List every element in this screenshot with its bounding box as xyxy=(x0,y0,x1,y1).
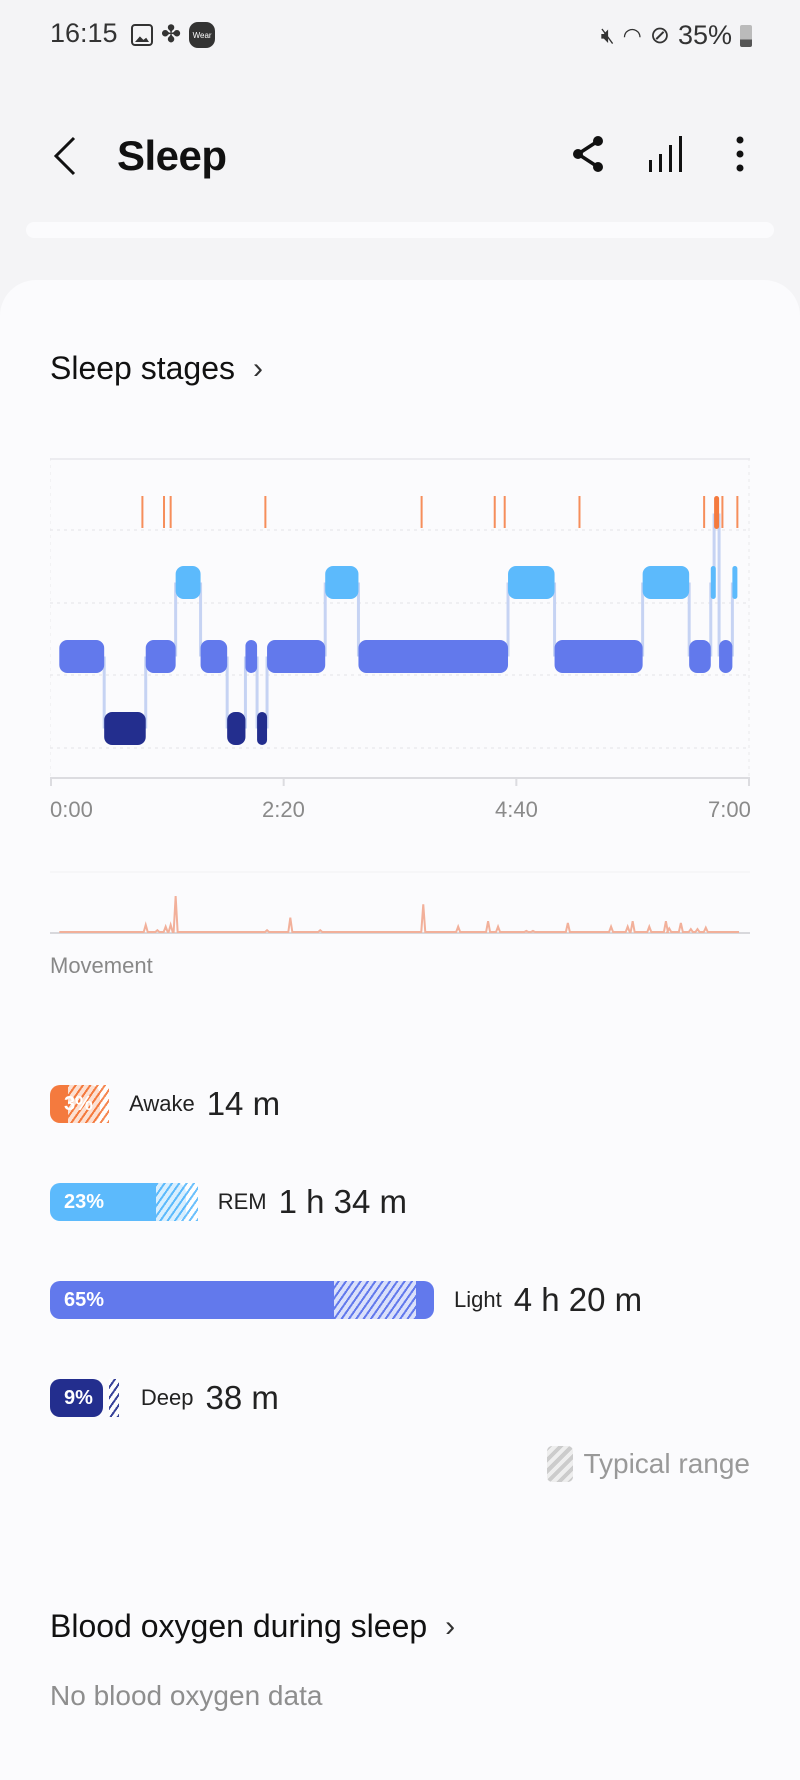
stage-row-light: 65% Light 4 h 20 m xyxy=(50,1281,642,1319)
stage-bar: 9% xyxy=(50,1379,104,1417)
chevron-right-icon: › xyxy=(253,351,264,385)
stage-segment-light xyxy=(200,640,228,673)
fan-icon: ✤ xyxy=(161,21,182,48)
stage-duration: 14 m xyxy=(206,1085,281,1122)
back-button[interactable] xyxy=(50,134,80,178)
typical-range-hatch xyxy=(109,1379,120,1417)
more-options-button[interactable] xyxy=(720,134,760,174)
awake-tick xyxy=(493,496,496,528)
blood-oxygen-title: Blood oxygen during sleep xyxy=(50,1608,428,1644)
x-tick-label: 7:00 xyxy=(708,797,751,822)
status-bar: 16:15 ✤ Wear 🔇︎ ◠ ⊘ 35% xyxy=(0,0,800,72)
stage-segment-deep xyxy=(257,712,268,745)
x-tick-label: 2:20 xyxy=(262,797,305,822)
hypnogram-chart xyxy=(50,458,750,786)
gallery-icon xyxy=(131,24,153,46)
movement-chart xyxy=(50,871,750,934)
stage-segment-light xyxy=(59,640,105,673)
battery-icon xyxy=(740,24,752,47)
clock: 16:15 xyxy=(50,18,118,48)
movement-line xyxy=(59,895,740,933)
stage-segment-light xyxy=(245,640,258,673)
typical-range-hatch xyxy=(156,1183,198,1221)
stage-duration: 4 h 20 m xyxy=(513,1281,643,1318)
blood-oxygen-header[interactable]: Blood oxygen during sleep › xyxy=(50,1608,455,1645)
awake-tick xyxy=(578,496,581,528)
stage-percent: 3% xyxy=(64,1092,93,1115)
typical-range-legend: Typical range xyxy=(547,1446,750,1482)
stage-segment-deep xyxy=(104,712,146,745)
stage-name: REM xyxy=(217,1189,267,1214)
chart-icon xyxy=(649,136,682,172)
legend-label: Typical range xyxy=(583,1448,750,1479)
stage-segment-rem xyxy=(642,566,690,599)
collapsed-card xyxy=(26,222,774,238)
stage-segment-rem xyxy=(508,566,555,599)
stage-segment-rem xyxy=(175,566,201,599)
stage-name: Light xyxy=(454,1287,502,1312)
app-bar: Sleep xyxy=(0,120,800,200)
awake-tick xyxy=(141,496,144,528)
share-button[interactable] xyxy=(568,134,608,174)
awake-tick xyxy=(163,496,166,528)
chevron-right-icon: › xyxy=(445,1609,456,1643)
x-tick-label: 0:00 xyxy=(50,797,93,822)
wifi-icon: ◠ xyxy=(622,22,642,48)
more-icon xyxy=(736,136,744,172)
stage-segment-awake xyxy=(714,496,720,529)
stage-duration: 38 m xyxy=(205,1379,279,1416)
stage-segment-rem xyxy=(710,566,716,599)
back-arrow-icon xyxy=(53,136,76,176)
stage-segment-light xyxy=(719,640,733,673)
stage-duration: 1 h 34 m xyxy=(278,1183,407,1220)
trends-button[interactable] xyxy=(644,134,684,174)
stage-segment-light xyxy=(267,640,326,673)
movement-label: Movement xyxy=(50,953,153,978)
do-not-disturb-icon: ⊘ xyxy=(649,22,670,49)
blood-oxygen-message: No blood oxygen data xyxy=(50,1680,323,1711)
stage-segment-rem xyxy=(732,566,738,599)
typical-range-hatch xyxy=(333,1281,417,1319)
stage-row-deep: 9% Deep 38 m xyxy=(50,1379,279,1417)
stage-percent: 23% xyxy=(64,1190,105,1213)
stage-segment-light xyxy=(689,640,711,673)
stage-segment-deep xyxy=(227,712,246,745)
awake-tick xyxy=(736,496,739,528)
awake-tick xyxy=(703,496,706,528)
sleep-stages-title: Sleep stages xyxy=(50,350,236,386)
stage-segment-light xyxy=(554,640,643,673)
awake-tick xyxy=(264,496,267,528)
hatch-swatch-icon xyxy=(547,1446,574,1482)
stage-name: Awake xyxy=(129,1091,195,1116)
stage-segment-light xyxy=(145,640,176,673)
stage-row-rem: 23% REM 1 h 34 m xyxy=(50,1183,407,1221)
stage-name: Deep xyxy=(140,1385,194,1410)
awake-tick xyxy=(503,496,506,528)
x-tick-label: 4:40 xyxy=(495,797,538,822)
awake-tick xyxy=(721,496,724,528)
stage-segment-light xyxy=(358,640,509,673)
battery-percent: 35% xyxy=(677,20,732,50)
mute-icon: 🔇︎ xyxy=(600,22,615,48)
awake-tick xyxy=(169,496,172,528)
sleep-stages-header[interactable]: Sleep stages › xyxy=(50,350,263,387)
stage-percent: 65% xyxy=(64,1288,105,1311)
stage-percent: 9% xyxy=(64,1386,93,1409)
share-icon xyxy=(573,136,603,172)
page-title: Sleep xyxy=(117,132,227,179)
awake-tick xyxy=(420,496,423,528)
stage-row-awake: 3% Awake 14 m xyxy=(50,1085,280,1123)
wear-icon: Wear xyxy=(189,22,216,48)
stage-segment-rem xyxy=(325,566,359,599)
